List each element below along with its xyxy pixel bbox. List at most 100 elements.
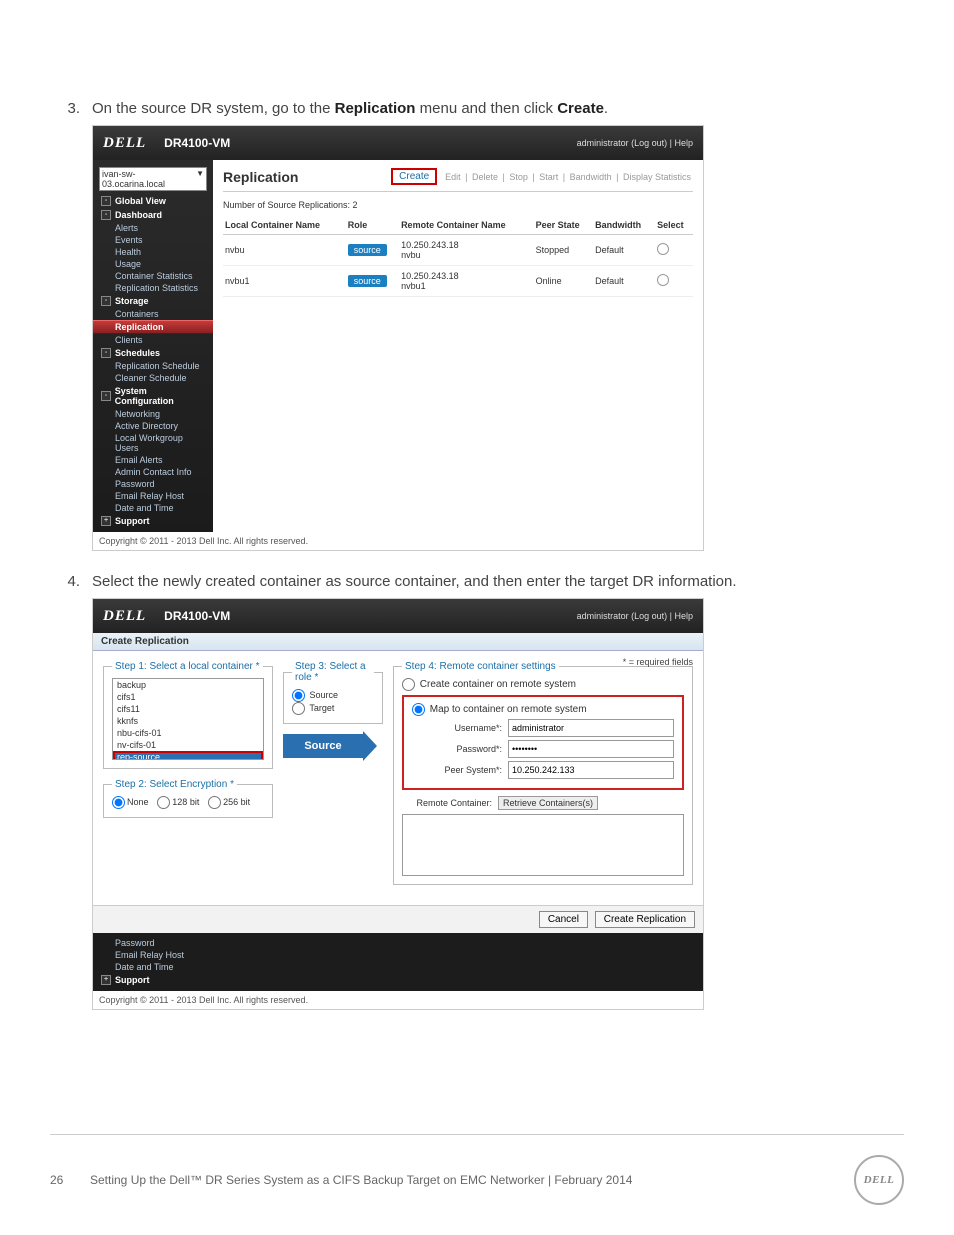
row-select-radio[interactable] (657, 243, 669, 255)
remote-settings-highlight: Map to container on remote system Userna… (402, 695, 684, 790)
opt-create-remote[interactable]: Create container on remote system (402, 679, 576, 690)
cancel-button[interactable]: Cancel (539, 911, 588, 928)
cell-bw: Default (593, 266, 655, 297)
table-row[interactable]: nvbu source 10.250.243.18nvbu Stopped De… (223, 235, 693, 266)
list-item[interactable]: kknfs (113, 715, 263, 727)
create-button[interactable]: Create (391, 168, 437, 185)
enc-128[interactable]: 128 bit (157, 797, 199, 807)
step1-legend: Step 1: Select a local container * (112, 661, 263, 672)
sidebar-email-relay[interactable]: Email Relay Host (93, 949, 703, 961)
sidebar-events[interactable]: Events (93, 234, 213, 246)
step4-legend: Step 4: Remote container settings (402, 661, 559, 672)
role-badge: source (348, 275, 387, 287)
sidebar-alerts[interactable]: Alerts (93, 222, 213, 234)
sidebar-admin-contact[interactable]: Admin Contact Info (93, 466, 213, 478)
sidebar-rep-schedule[interactable]: Replication Schedule (93, 360, 213, 372)
sidebar-label-sched: Schedules (115, 348, 160, 358)
page-footer: 26 Setting Up the Dell™ DR Series System… (50, 1134, 904, 1205)
sidebar-label-storage: Storage (115, 296, 149, 306)
radio-map-remote[interactable] (412, 703, 425, 716)
help-link[interactable]: Help (674, 138, 693, 148)
list-item[interactable]: backup (113, 679, 263, 691)
list-item[interactable]: cifs1 (113, 691, 263, 703)
enc-256[interactable]: 256 bit (208, 797, 250, 807)
sidebar-email-alerts[interactable]: Email Alerts (93, 454, 213, 466)
opt-map-remote[interactable]: Map to container on remote system (412, 704, 587, 715)
sidebar-datetime[interactable]: Date and Time (93, 961, 703, 973)
password-input[interactable] (508, 740, 674, 758)
step3-pre: On the source DR system, go to the (92, 100, 335, 117)
help-link[interactable]: Help (674, 611, 693, 621)
model-label: DR4100-VM (164, 609, 230, 623)
action-bandwidth[interactable]: Bandwidth (570, 172, 612, 182)
sidebar-networking[interactable]: Networking (93, 408, 213, 420)
role-source[interactable]: Source (292, 689, 374, 702)
sidebar-replication-stats[interactable]: Replication Statistics (93, 282, 213, 294)
radio-source[interactable] (292, 689, 305, 702)
sidebar-global-view[interactable]: -Global View (93, 194, 213, 208)
sidebar-password[interactable]: Password (93, 478, 213, 490)
remote-name: nvbu (401, 250, 421, 260)
action-start[interactable]: Start (539, 172, 558, 182)
row-select-radio[interactable] (657, 274, 669, 286)
sidebar-container-stats[interactable]: Container Statistics (93, 270, 213, 282)
sidebar-replication[interactable]: Replication (93, 320, 213, 334)
panel-actions: Edit | Delete | Stop | Start | Bandwidth… (443, 172, 693, 182)
action-edit[interactable]: Edit (445, 172, 461, 182)
list-item[interactable]: nbu-cifs-01 (113, 727, 263, 739)
remote-ip: 10.250.243.18 (401, 240, 459, 250)
radio-target[interactable] (292, 702, 305, 715)
list-item[interactable]: nv-cifs-01 (113, 739, 263, 751)
action-display-stats[interactable]: Display Statistics (623, 172, 691, 182)
app-topbar: DELL DR4100-VM administrator (Log out) |… (93, 126, 703, 160)
screenshot-create-replication: DELL DR4100-VM administrator (Log out) |… (92, 598, 704, 1010)
peer-input[interactable] (508, 761, 674, 779)
table-row[interactable]: nvbu1 source 10.250.243.18nvbu1 Online D… (223, 266, 693, 297)
local-container-list[interactable]: backup cifs1 cifs11 kknfs nbu-cifs-01 nv… (112, 678, 264, 760)
sidebar-dashboard[interactable]: -Dashboard (93, 208, 213, 222)
sidebar-cleaner-schedule[interactable]: Cleaner Schedule (93, 372, 213, 384)
action-delete[interactable]: Delete (472, 172, 498, 182)
sidebar-storage[interactable]: -Storage (93, 294, 213, 308)
list-item-selected[interactable]: rep-source (113, 751, 263, 760)
admin-link[interactable]: administrator (Log out) (577, 138, 668, 148)
retrieve-containers-button[interactable]: Retrieve Containers(s) (498, 796, 598, 810)
radio-128[interactable] (157, 796, 170, 809)
sidebar-containers[interactable]: Containers (93, 308, 213, 320)
sidebar-usage[interactable]: Usage (93, 258, 213, 270)
sidebar-label-sysconf: System Configuration (115, 386, 205, 406)
role-target[interactable]: Target (292, 702, 374, 715)
sidebar-health[interactable]: Health (93, 246, 213, 258)
remote-container-label: Remote Container: (402, 798, 492, 808)
remote-container-list[interactable] (402, 814, 684, 876)
admin-link[interactable]: administrator (Log out) (577, 611, 668, 621)
sidebar-label-support: Support (115, 975, 150, 985)
host-dropdown[interactable]: ivan-sw-03.ocarina.local▼ (99, 167, 207, 191)
sidebar-lwu[interactable]: Local Workgroup Users (93, 432, 213, 454)
sidebar-support[interactable]: +Support (93, 973, 703, 987)
panel-title: Replication (223, 169, 298, 185)
sidebar-password[interactable]: Password (93, 937, 703, 949)
username-input[interactable] (508, 719, 674, 737)
radio-256[interactable] (208, 796, 221, 809)
sidebar-email-relay[interactable]: Email Relay Host (93, 490, 213, 502)
step4-fieldset: Step 4: Remote container settings Create… (393, 661, 693, 885)
sidebar-clients[interactable]: Clients (93, 334, 213, 346)
list-item[interactable]: cifs11 (113, 703, 263, 715)
sidebar-support[interactable]: +Support (93, 514, 213, 528)
replication-count: Number of Source Replications: 2 (223, 200, 693, 210)
enc-none[interactable]: None (112, 797, 149, 807)
radio-none[interactable] (112, 796, 125, 809)
sidebar-datetime[interactable]: Date and Time (93, 502, 213, 514)
radio-create-remote[interactable] (402, 678, 415, 691)
sidebar-schedules[interactable]: -Schedules (93, 346, 213, 360)
sidebar-ad[interactable]: Active Directory (93, 420, 213, 432)
copyright: Copyright © 2011 - 2013 Dell Inc. All ri… (93, 991, 703, 1009)
create-replication-button[interactable]: Create Replication (595, 911, 695, 928)
step3-bold1: Replication (335, 100, 416, 117)
sidebar-sysconf[interactable]: -System Configuration (93, 384, 213, 408)
step3-number: 3. (50, 100, 92, 117)
topbar-right: administrator (Log out) | Help (577, 138, 693, 148)
action-stop[interactable]: Stop (509, 172, 528, 182)
step2-fieldset: Step 2: Select Encryption * None 128 bit… (103, 779, 273, 818)
